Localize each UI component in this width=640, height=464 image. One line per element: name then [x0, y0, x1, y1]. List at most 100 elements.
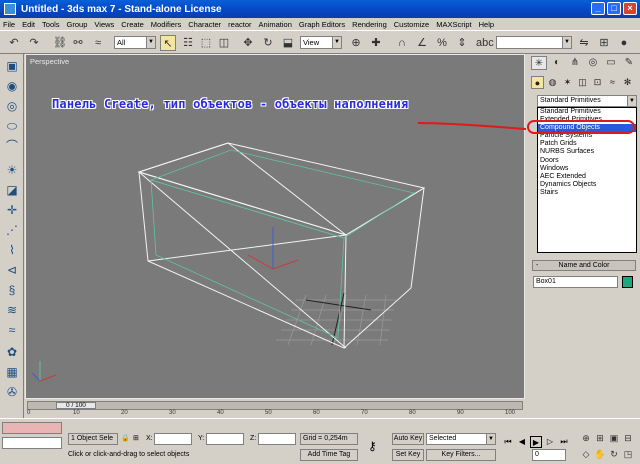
move-icon[interactable]: ✥	[240, 35, 256, 51]
name-and-color-rollout[interactable]: - Name and Color	[532, 260, 636, 271]
redo-icon[interactable]: ↷	[26, 35, 42, 51]
snap-toggle-icon[interactable]: ∩	[394, 35, 410, 51]
bind-space-warp-icon[interactable]: ≈	[90, 35, 106, 51]
menu-tools[interactable]: Tools	[42, 20, 60, 29]
selection-filter-select[interactable]: All ▼	[114, 36, 156, 49]
transform-gizmo[interactable]	[247, 227, 299, 270]
angle-snap-icon[interactable]: ∠	[414, 35, 430, 51]
systems-icon[interactable]: ✻	[621, 76, 634, 89]
pan-icon[interactable]: ✋	[594, 448, 606, 460]
geometry-icon[interactable]: ●	[531, 76, 544, 89]
x-coordinate-field[interactable]	[154, 433, 192, 445]
rotate-icon[interactable]: ↻	[260, 35, 276, 51]
pivot-center-icon[interactable]: ⊕	[348, 35, 364, 51]
ripple-icon[interactable]: ≈	[4, 322, 20, 338]
helpers-icon[interactable]: ⊡	[591, 76, 604, 89]
taper-icon[interactable]: ⊲	[4, 262, 20, 278]
key-icon[interactable]: ⚷	[368, 439, 377, 453]
zoom-extents-all-icon[interactable]: ⊟	[622, 432, 634, 444]
display-tab-icon[interactable]: ▭	[603, 56, 619, 70]
previous-frame-icon[interactable]: ◀	[516, 436, 528, 448]
dropdown-item[interactable]: Stairs	[538, 189, 636, 197]
auto-key-button[interactable]: Auto Key	[392, 433, 424, 445]
menu-file[interactable]: File	[3, 20, 15, 29]
maximize-viewport-icon[interactable]: ◳	[622, 448, 634, 460]
close-button[interactable]: ×	[623, 2, 637, 15]
object-name-field[interactable]: Box01	[533, 276, 618, 288]
menu-help[interactable]: Help	[479, 20, 494, 29]
zoom-all-icon[interactable]: ⊞	[594, 432, 606, 444]
percent-snap-icon[interactable]: %	[434, 35, 450, 51]
key-mode-select[interactable]: Selected ▼	[426, 433, 496, 445]
scale-icon[interactable]: ⬓	[280, 35, 296, 51]
current-frame-field[interactable]: 0	[532, 449, 566, 461]
noise-icon[interactable]: ≋	[4, 302, 20, 318]
key-filters-button[interactable]: Key Filters...	[426, 449, 496, 461]
timeline-ruler[interactable]: 0 10 20 30 40 50 60 70 80 90 100	[27, 410, 523, 418]
object-category-select[interactable]: Standard Primitives ▼	[537, 95, 637, 107]
mirror-icon[interactable]: ⇋	[576, 35, 592, 51]
window-crossing-icon[interactable]: ◫	[216, 35, 232, 51]
zoom-icon[interactable]: ⊕	[580, 432, 592, 444]
menu-edit[interactable]: Edit	[22, 20, 35, 29]
menu-character[interactable]: Character	[188, 20, 221, 29]
maxscript-listener-field[interactable]	[2, 422, 62, 434]
go-to-start-icon[interactable]: ⏮	[502, 436, 514, 448]
material-editor-icon[interactable]: ●	[616, 35, 632, 51]
z-coordinate-field[interactable]	[258, 433, 296, 445]
time-slider-handle[interactable]: 0 / 100	[56, 402, 96, 409]
absolute-mode-icon[interactable]: ⊞	[133, 434, 139, 442]
create-tab-icon[interactable]: ✳	[531, 56, 547, 70]
create-line-icon[interactable]: ⌒	[4, 138, 20, 154]
space-warp-icon[interactable]: ⋰	[4, 222, 20, 238]
skin-icon[interactable]: ✇	[4, 384, 20, 400]
go-to-end-icon[interactable]: ⏭	[558, 436, 570, 448]
utilities-tab-icon[interactable]: ✎	[621, 56, 637, 70]
camera-icon[interactable]: ◪	[4, 182, 20, 198]
select-manipulate-icon[interactable]: ✚	[368, 35, 384, 51]
dropdown-item[interactable]: Windows	[538, 165, 636, 173]
named-selection-sets-select[interactable]: ▼	[496, 36, 572, 49]
menu-animation[interactable]: Animation	[259, 20, 292, 29]
uvw-map-icon[interactable]: ✿	[4, 344, 20, 360]
dropdown-item[interactable]: Dynamics Objects	[538, 181, 636, 189]
unlink-icon[interactable]: ⚯	[70, 35, 86, 51]
spinner-snap-icon[interactable]: ⇕	[454, 35, 470, 51]
select-object-icon[interactable]: ↖	[160, 35, 176, 51]
create-cylinder-icon[interactable]: ⬭	[4, 118, 20, 134]
align-icon[interactable]: ⊞	[596, 35, 612, 51]
menu-modifiers[interactable]: Modifiers	[151, 20, 181, 29]
lights-icon[interactable]: ✶	[561, 76, 574, 89]
create-box-icon[interactable]: ▣	[4, 58, 20, 74]
time-slider[interactable]: 0 / 100	[27, 401, 523, 410]
link-icon[interactable]: ⛓	[52, 35, 68, 51]
menu-views[interactable]: Views	[94, 20, 114, 29]
rectangular-selection-icon[interactable]: ⬚	[198, 35, 214, 51]
hierarchy-tab-icon[interactable]: ⋔	[567, 56, 583, 70]
minimize-button[interactable]: _	[591, 2, 605, 15]
menu-group[interactable]: Group	[67, 20, 88, 29]
arc-rotate-icon[interactable]: ↻	[608, 448, 620, 460]
perspective-viewport[interactable]: Perspective Панель Create, тип объектов …	[25, 54, 526, 399]
maxscript-input-field[interactable]	[2, 437, 62, 449]
object-color-swatch[interactable]	[622, 276, 633, 288]
reference-coordinate-select[interactable]: View ▼	[300, 36, 342, 49]
space-warps-icon[interactable]: ≈	[606, 76, 619, 89]
dropdown-item[interactable]: Patch Grids	[538, 140, 636, 148]
y-coordinate-field[interactable]	[206, 433, 244, 445]
helper-icon[interactable]: ✛	[4, 202, 20, 218]
set-key-button[interactable]: Set Key	[392, 449, 424, 461]
menu-reactor[interactable]: reactor	[228, 20, 251, 29]
create-sphere-icon[interactable]: ◉	[4, 78, 20, 94]
named-selection-icon[interactable]: abc	[476, 35, 494, 51]
cameras-icon[interactable]: ◫	[576, 76, 589, 89]
select-by-name-icon[interactable]: ☷	[180, 35, 196, 51]
next-frame-icon[interactable]: ▷	[544, 436, 556, 448]
dropdown-item[interactable]: AEC Extended	[538, 173, 636, 181]
twist-icon[interactable]: §	[4, 282, 20, 298]
lattice-icon[interactable]: ▦	[4, 364, 20, 380]
dropdown-item[interactable]: NURBS Surfaces	[538, 148, 636, 156]
maximize-button[interactable]: □	[607, 2, 621, 15]
undo-icon[interactable]: ↶	[6, 35, 22, 51]
field-of-view-icon[interactable]: ◇	[580, 448, 592, 460]
